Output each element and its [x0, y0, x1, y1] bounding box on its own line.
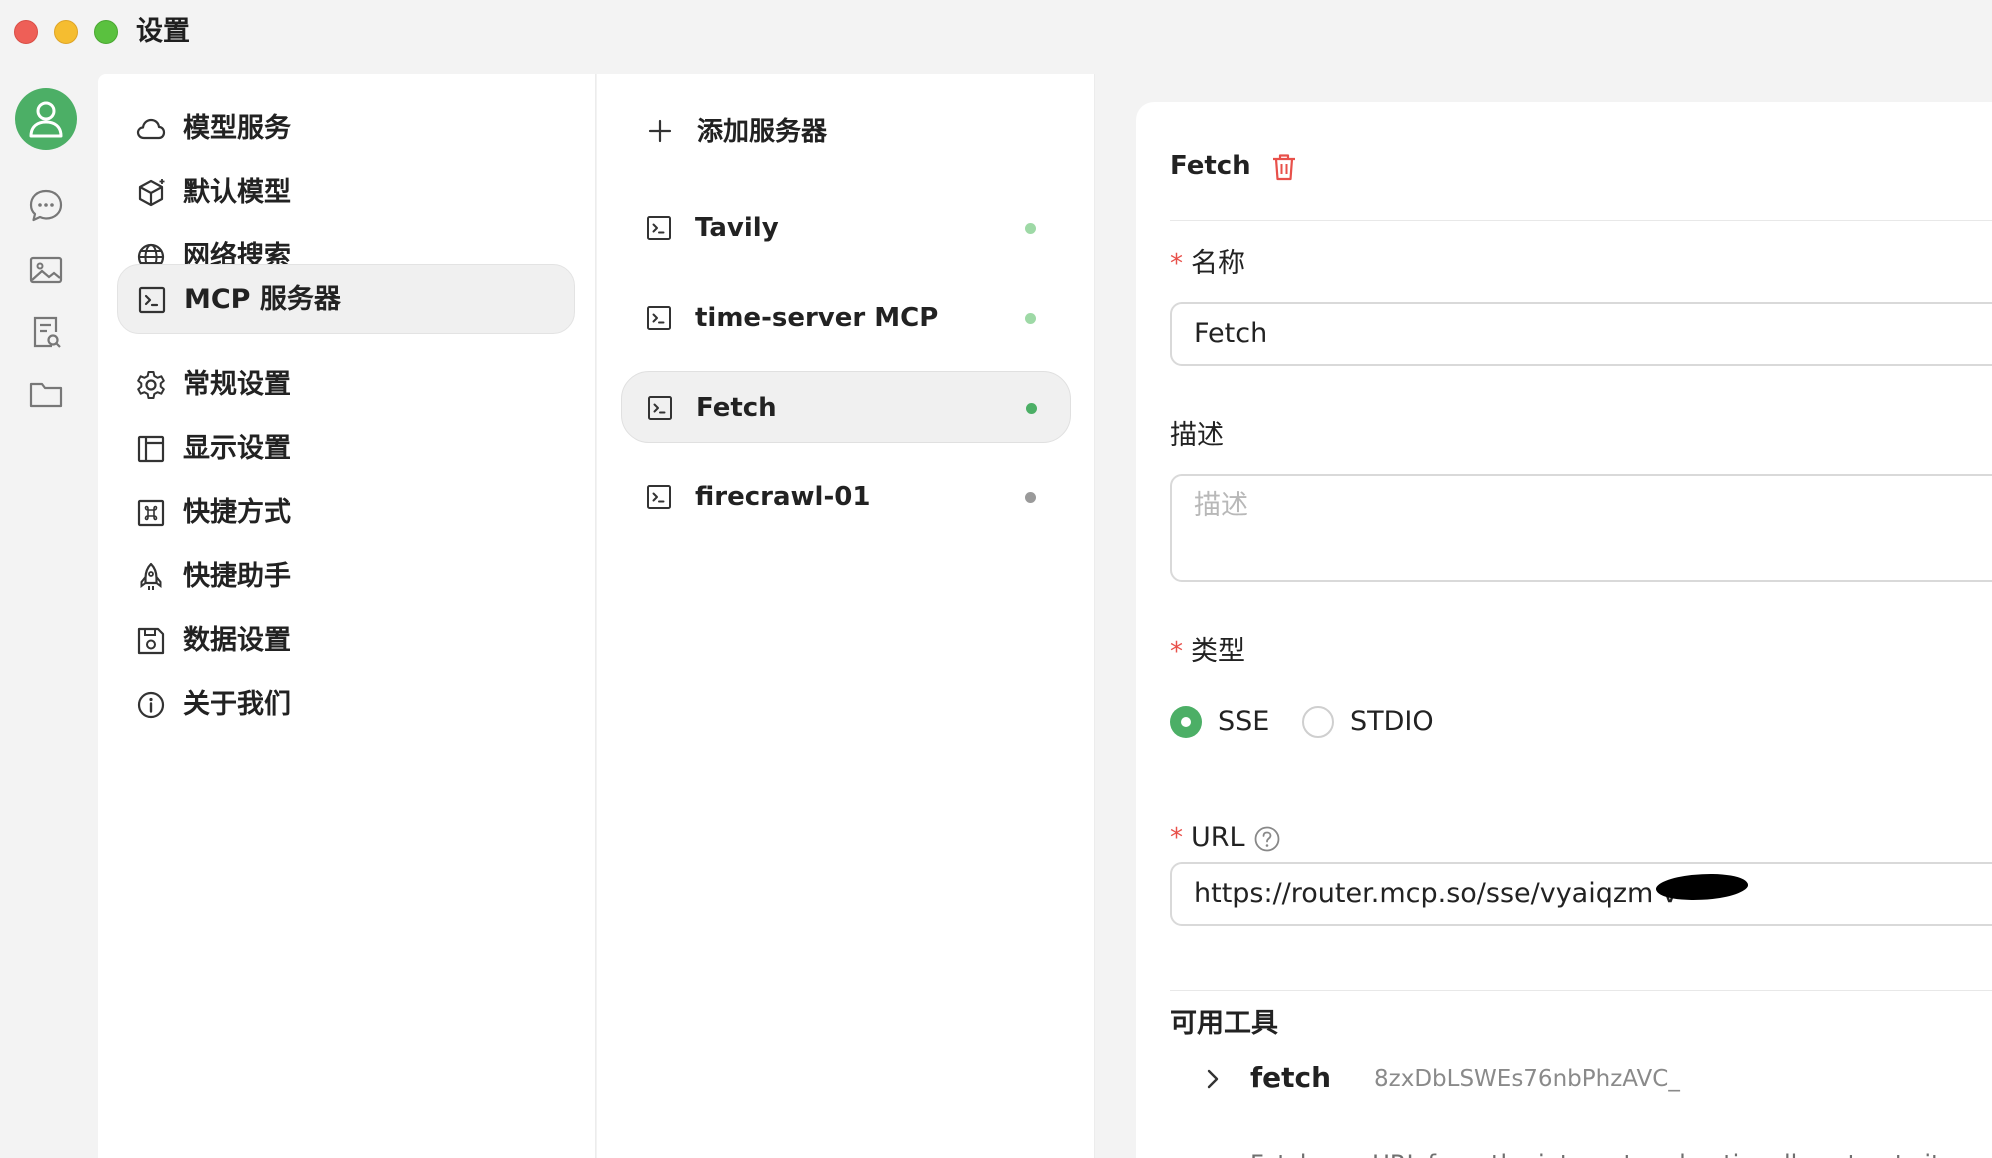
settings-nav: 模型服务 默认模型 网络搜索 MCP 服务器 常规设置 显示设置 快捷方式 快捷… — [98, 74, 596, 1158]
rocket-icon — [140, 562, 162, 590]
server-name: Fetch — [696, 393, 777, 423]
nav-item-label: 显示设置 — [183, 433, 291, 464]
cube-icon — [138, 179, 165, 207]
radio-sse[interactable] — [1170, 706, 1202, 738]
nav-item-mcp-servers[interactable]: MCP 服务器 — [117, 264, 575, 334]
description-label: 描述 — [1170, 420, 1224, 451]
server-name: time-server MCP — [695, 303, 939, 333]
url-input[interactable]: https://router.mcp.so/sse/vyaiqzm v — [1170, 862, 1992, 926]
add-server-label: 添加服务器 — [697, 117, 828, 147]
command-icon — [137, 499, 165, 527]
terminal-icon — [647, 485, 671, 509]
radio-stdio-label[interactable]: STDIO — [1350, 704, 1434, 740]
nav-item-label: 模型服务 — [183, 113, 291, 144]
avatar[interactable] — [15, 88, 77, 150]
server-name: firecrawl-01 — [695, 482, 871, 512]
nav-item-display-settings[interactable]: 显示设置 — [117, 414, 575, 484]
description-placeholder: 描述 — [1194, 490, 1248, 521]
folder-icon[interactable] — [26, 374, 66, 414]
url-label: * URL — [1170, 820, 1281, 856]
nav-item-label: 默认模型 — [183, 177, 291, 208]
gear-icon — [137, 371, 165, 399]
nav-item-label: 常规设置 — [183, 369, 291, 400]
server-name: Tavily — [695, 213, 779, 243]
url-input-value: https://router.mcp.so/sse/vyaiqzm v — [1194, 878, 1678, 909]
nav-item-label: MCP 服务器 — [184, 284, 341, 315]
divider — [1170, 220, 1992, 221]
radio-sse-label[interactable]: SSE — [1218, 704, 1269, 740]
chevron-right-icon[interactable] — [1200, 1066, 1226, 1092]
description-input[interactable]: 描述 — [1170, 474, 1992, 582]
tool-row-fetch[interactable]: fetch 8zxDbLSWEs76nbPhzAVC_ — [1200, 1060, 1980, 1100]
tool-description: Fetches a URL from the internet and opti… — [1250, 1148, 1992, 1158]
server-item-fetch[interactable]: Fetch — [621, 371, 1071, 443]
chat-icon[interactable] — [26, 186, 66, 226]
nav-item-label: 关于我们 — [183, 689, 291, 720]
cloud-icon — [136, 118, 166, 140]
trash-icon[interactable] — [1270, 152, 1298, 182]
radio-stdio[interactable] — [1302, 706, 1334, 738]
required-mark: * — [1170, 249, 1183, 279]
name-input[interactable]: Fetch — [1170, 302, 1992, 366]
status-dot — [1025, 223, 1036, 234]
nav-item-data-settings[interactable]: 数据设置 — [117, 606, 575, 676]
save-icon — [137, 627, 165, 655]
required-mark: * — [1170, 823, 1183, 853]
nav-item-label: 快捷方式 — [183, 497, 291, 528]
document-search-icon[interactable] — [26, 312, 66, 352]
server-list: 添加服务器 Tavily time-server MCP Fetch firec… — [597, 74, 1095, 1158]
name-input-value: Fetch — [1194, 318, 1268, 349]
available-tools-title: 可用工具 — [1170, 1008, 1278, 1039]
terminal-icon — [648, 396, 672, 420]
layout-icon — [137, 435, 165, 463]
server-item-tavily[interactable]: Tavily — [621, 192, 1071, 264]
nav-item-label: 快捷助手 — [183, 561, 291, 592]
image-icon[interactable] — [26, 250, 66, 290]
minimize-window-button[interactable] — [54, 20, 78, 44]
title-bar: 设置 — [0, 0, 1992, 64]
server-title: Fetch — [1170, 151, 1251, 181]
info-icon — [137, 691, 165, 719]
nav-item-default-model[interactable]: 默认模型 — [117, 158, 575, 228]
nav-item-quick-assistant[interactable]: 快捷助手 — [117, 542, 575, 612]
maximize-window-button[interactable] — [94, 20, 118, 44]
add-server-button[interactable]: 添加服务器 — [645, 112, 1045, 152]
required-mark: * — [1170, 637, 1183, 667]
status-dot — [1026, 403, 1037, 414]
terminal-icon — [138, 286, 166, 314]
tool-id: 8zxDbLSWEs76nbPhzAVC_ — [1374, 1066, 1680, 1092]
type-radio-group: SSE STDIO — [1170, 706, 1670, 742]
nav-item-shortcuts[interactable]: 快捷方式 — [117, 478, 575, 548]
window-title: 设置 — [136, 16, 190, 47]
status-dot — [1025, 492, 1036, 503]
terminal-icon — [647, 306, 671, 330]
nav-item-label: 数据设置 — [183, 625, 291, 656]
plus-icon — [648, 119, 672, 143]
user-icon — [29, 101, 63, 138]
divider — [1170, 990, 1992, 991]
server-item-time-server-mcp[interactable]: time-server MCP — [621, 282, 1071, 354]
server-item-firecrawl-01[interactable]: firecrawl-01 — [621, 461, 1071, 533]
status-dot — [1025, 313, 1036, 324]
nav-item-general-settings[interactable]: 常规设置 — [117, 350, 575, 420]
close-window-button[interactable] — [14, 20, 38, 44]
tool-name: fetch — [1250, 1061, 1332, 1094]
name-label: * 名称 — [1170, 248, 1245, 279]
server-detail-panel: Fetch * 名称 Fetch 描述 描述 * 类型 SSE STDIO * URL… — [1136, 102, 1992, 1158]
help-icon[interactable] — [1253, 825, 1281, 853]
app-rail — [0, 64, 96, 1158]
nav-item-model-service[interactable]: 模型服务 — [117, 94, 575, 164]
terminal-icon — [647, 216, 671, 240]
type-label: * 类型 — [1170, 636, 1245, 667]
nav-item-about-us[interactable]: 关于我们 — [117, 670, 575, 740]
